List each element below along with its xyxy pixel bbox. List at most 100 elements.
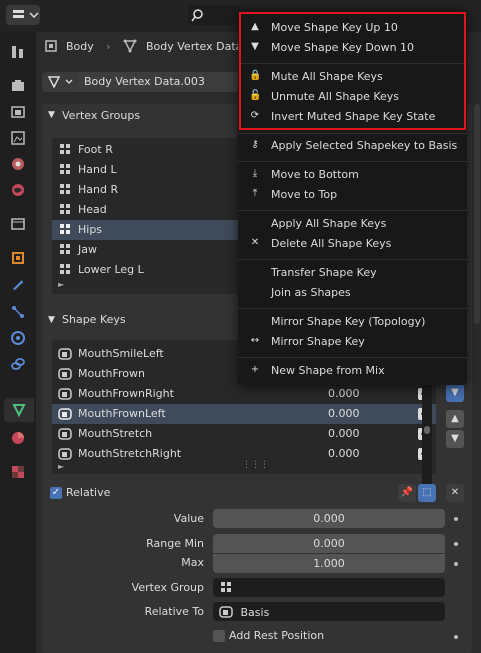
menu-item-move-to-bottom[interactable]: ⤓ Move to Bottom bbox=[238, 165, 467, 185]
keyframe-dot[interactable] bbox=[454, 517, 458, 521]
view-layer-icon bbox=[11, 131, 25, 145]
table-row[interactable]: MouthFrownRight 0.000 ✓ bbox=[52, 384, 436, 404]
range-min-field[interactable]: 0.000 bbox=[213, 534, 445, 553]
tab-modifier[interactable] bbox=[8, 274, 28, 294]
highlight-box bbox=[239, 12, 466, 130]
relative-to-field[interactable]: Basis bbox=[213, 602, 445, 621]
shape-key-value[interactable]: 0.000 bbox=[328, 407, 360, 420]
menu-item-mirror-topology[interactable]: Mirror Shape Key (Topology) bbox=[238, 312, 467, 332]
menu-item-join-as-shapes[interactable]: Join as Shapes bbox=[238, 283, 467, 303]
menu-item-move-to-top[interactable]: ⤒ Move to Top bbox=[238, 185, 467, 205]
table-row[interactable]: MouthStretch 0.000 ✓ bbox=[52, 424, 436, 444]
tab-collection[interactable] bbox=[8, 214, 28, 234]
list-item[interactable]: Jaw bbox=[52, 240, 242, 260]
move-top-icon: ⤒ bbox=[252, 188, 258, 199]
mesh-data-icon bbox=[123, 39, 137, 53]
vertex-group-icon bbox=[60, 184, 70, 194]
triangle-down-icon: ▼ bbox=[451, 433, 459, 444]
max-field[interactable]: 1.000 bbox=[213, 554, 445, 573]
object-data-icon bbox=[45, 40, 57, 52]
shape-keys-scrollbar[interactable] bbox=[422, 382, 432, 494]
max-label: Max bbox=[181, 556, 204, 569]
keyframe-dot[interactable] bbox=[454, 635, 458, 639]
shape-key-specials-button[interactable]: ▼ bbox=[446, 384, 464, 402]
vertex-groups-title[interactable]: Vertex Groups bbox=[62, 109, 140, 122]
list-item[interactable]: Head bbox=[52, 200, 242, 220]
move-shape-key-up-button[interactable]: ▲ bbox=[446, 410, 464, 428]
list-item[interactable]: Hand L bbox=[52, 160, 242, 180]
vertex-group-icon bbox=[221, 582, 231, 592]
menu-separator bbox=[238, 161, 467, 162]
plus-icon: + bbox=[250, 364, 260, 375]
keyframe-dot[interactable] bbox=[454, 542, 458, 546]
arrows-horizontal-icon: ↔ bbox=[250, 335, 260, 346]
menu-separator bbox=[238, 308, 467, 309]
list-resize-handle[interactable]: ⋮⋮⋮ bbox=[242, 460, 269, 470]
menu-item-transfer[interactable]: Transfer Shape Key bbox=[238, 263, 467, 283]
editor-type-dropdown[interactable] bbox=[6, 5, 40, 25]
move-shape-key-down-button[interactable]: ▼ bbox=[446, 430, 464, 448]
menu-separator bbox=[238, 357, 467, 358]
pin-button[interactable]: 📌 bbox=[398, 484, 416, 502]
tab-data[interactable] bbox=[4, 398, 34, 422]
menu-item-apply-all[interactable]: Apply All Shape Keys bbox=[238, 214, 467, 234]
relative-to-label: Relative To bbox=[144, 605, 204, 618]
collapse-arrow-icon[interactable]: ▼ bbox=[48, 315, 55, 325]
search-input[interactable] bbox=[188, 5, 240, 25]
world-icon bbox=[12, 184, 24, 196]
shape-key-value[interactable]: 0.000 bbox=[328, 387, 360, 400]
list-item[interactable]: Foot R bbox=[52, 140, 242, 160]
tab-particles[interactable] bbox=[8, 302, 28, 322]
menu-item-apply-to-basis[interactable]: ⚷ Apply Selected Shapekey to Basis bbox=[238, 136, 467, 156]
expand-list-icon[interactable]: ► bbox=[58, 462, 64, 471]
tab-tool[interactable] bbox=[8, 42, 28, 62]
render-icon bbox=[12, 80, 24, 91]
collapse-arrow-icon[interactable]: ▼ bbox=[48, 110, 55, 120]
edit-mode-button[interactable]: ⬚ bbox=[418, 484, 436, 502]
search-icon bbox=[191, 9, 203, 22]
data-icon bbox=[12, 404, 26, 418]
shape-key-icon bbox=[58, 428, 72, 440]
menu-item-new-from-mix[interactable]: + New Shape from Mix bbox=[238, 361, 467, 381]
output-icon bbox=[11, 106, 25, 118]
relative-checkbox[interactable]: ✓ bbox=[50, 487, 62, 499]
tab-object[interactable] bbox=[8, 248, 28, 268]
modifier-icon bbox=[13, 280, 23, 290]
move-bottom-icon: ⤓ bbox=[252, 168, 258, 179]
list-item[interactable]: Hand R bbox=[52, 180, 242, 200]
shape-keys-title[interactable]: Shape Keys bbox=[62, 313, 126, 326]
vertex-groups-list: Foot R Hand L Hand R Head Hips Jaw Lower… bbox=[52, 138, 242, 294]
keyframe-dot[interactable] bbox=[454, 562, 458, 566]
menu-item-mirror[interactable]: ↔ Mirror Shape Key bbox=[238, 332, 467, 352]
collection-icon bbox=[11, 218, 25, 230]
value-field[interactable]: 0.000 bbox=[213, 509, 445, 528]
shape-key-value[interactable]: 0.000 bbox=[328, 447, 360, 460]
shape-key-icon bbox=[58, 448, 72, 460]
vertex-group-field[interactable] bbox=[213, 578, 445, 597]
scrollbar-thumb[interactable] bbox=[424, 426, 430, 434]
tab-material[interactable] bbox=[8, 428, 28, 448]
shape-key-value[interactable]: 0.000 bbox=[328, 427, 360, 440]
menu-item-delete-all[interactable]: ✕ Delete All Shape Keys bbox=[238, 234, 467, 254]
tab-world[interactable] bbox=[8, 180, 28, 200]
list-item-selected[interactable]: Hips bbox=[52, 220, 242, 240]
vertex-group-icon bbox=[60, 144, 70, 154]
edit-mode-icon: ⬚ bbox=[422, 487, 432, 498]
datablock-browse-button[interactable] bbox=[42, 72, 78, 92]
tab-physics[interactable] bbox=[8, 328, 28, 348]
list-item[interactable]: Lower Leg L bbox=[52, 260, 242, 280]
tab-constraints[interactable] bbox=[8, 354, 28, 374]
expand-list-icon[interactable]: ► bbox=[58, 280, 64, 289]
properties-scrollbar[interactable] bbox=[474, 104, 480, 324]
shape-key-icon bbox=[58, 408, 72, 420]
tab-render[interactable] bbox=[8, 76, 28, 96]
tab-view-layer[interactable] bbox=[8, 128, 28, 148]
x-icon: ✕ bbox=[250, 237, 260, 248]
clear-button[interactable]: ✕ bbox=[446, 484, 464, 502]
tab-output[interactable] bbox=[8, 102, 28, 122]
table-row-selected[interactable]: MouthFrownLeft 0.000 ✓ bbox=[52, 404, 436, 424]
add-rest-position-checkbox[interactable] bbox=[213, 630, 225, 642]
tab-texture[interactable] bbox=[8, 462, 28, 482]
menu-separator bbox=[238, 259, 467, 260]
tab-scene[interactable] bbox=[8, 154, 28, 174]
